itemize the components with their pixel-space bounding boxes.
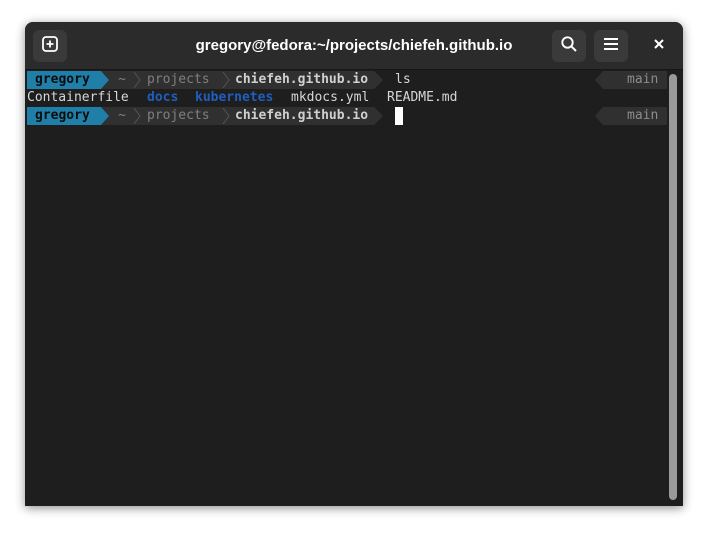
- hamburger-menu-icon: [602, 35, 620, 58]
- menu-button[interactable]: [594, 30, 628, 62]
- new-tab-icon: [41, 35, 59, 58]
- prompt-user: gregory: [27, 71, 101, 89]
- prompt-home: ~: [109, 71, 135, 89]
- prompt-cwd: chiefeh.github.io: [230, 71, 374, 89]
- list-item: kubernetes: [195, 90, 274, 105]
- terminal-window: gregory@fedora:~/projects/chiefeh.github…: [25, 22, 683, 506]
- search-button[interactable]: [552, 30, 586, 62]
- window-title: gregory@fedora:~/projects/chiefeh.github…: [195, 37, 513, 54]
- prompt-user: gregory: [27, 107, 101, 125]
- list-item: docs: [147, 90, 179, 105]
- prompt-dir: projects: [141, 71, 227, 89]
- search-icon: [560, 35, 578, 58]
- path-separator-icon: [222, 107, 230, 125]
- close-button[interactable]: [643, 30, 675, 62]
- list-item: README.md: [387, 90, 458, 105]
- headerbar: gregory@fedora:~/projects/chiefeh.github…: [25, 22, 683, 70]
- git-segment: main: [603, 107, 667, 125]
- vertical-scrollbar[interactable]: [669, 74, 677, 500]
- prompt-cwd: chiefeh.github.io: [230, 107, 374, 125]
- path-separator-icon: [133, 71, 141, 89]
- rprompt-start-icon: [595, 71, 603, 89]
- list-item: mkdocs.yml: [291, 90, 370, 105]
- list-item: Containerfile: [27, 90, 129, 105]
- text-cursor: [395, 107, 403, 125]
- rprompt-start-icon: [595, 107, 603, 125]
- git-branch-name: main: [627, 108, 659, 123]
- git-branch-name: main: [627, 72, 659, 87]
- powerline-end-icon: [374, 107, 383, 125]
- powerline-separator-icon: [101, 107, 109, 125]
- new-tab-button[interactable]: [33, 30, 67, 62]
- path-separator-icon: [222, 71, 230, 89]
- prompt-dir: projects: [141, 107, 227, 125]
- path-separator-icon: [133, 107, 141, 125]
- close-icon: [653, 37, 665, 55]
- prompt-line: gregory ~ projects chiefeh.github.io mai…: [27, 107, 667, 125]
- command-text: ls: [395, 72, 411, 87]
- git-segment: main: [603, 71, 667, 89]
- powerline-separator-icon: [101, 71, 109, 89]
- prompt-home: ~: [109, 107, 135, 125]
- prompt-line: gregory ~ projects chiefeh.github.io ls: [27, 71, 667, 89]
- powerline-end-icon: [374, 71, 383, 89]
- ls-output-line: Containerfile docs kubernetes mkdocs.yml…: [27, 89, 667, 107]
- terminal-view[interactable]: gregory ~ projects chiefeh.github.io ls: [25, 70, 667, 506]
